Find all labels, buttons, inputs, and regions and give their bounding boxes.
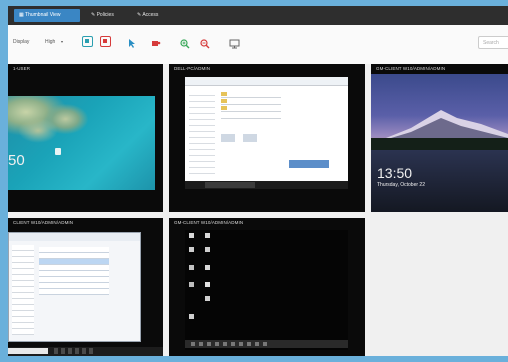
explorer-window (8, 232, 141, 342)
thumbnail-tile[interactable]: DELL-PC/ADMIN (169, 64, 365, 212)
desktop-icon (205, 233, 210, 238)
taskbar-apps (205, 182, 255, 188)
stop-icon (103, 39, 107, 43)
lock-screen-clock: 50 (8, 152, 25, 169)
thumbnail-tile[interactable]: CLIENT W10/ADMIN/ADMIN (8, 218, 163, 356)
lake-reflection (371, 150, 508, 212)
drive-icon (243, 134, 257, 142)
screenshot-button[interactable] (229, 36, 240, 49)
desktop-screen (185, 77, 348, 189)
size-select[interactable]: High (45, 39, 55, 45)
fit-icon (85, 39, 89, 43)
tab-label: Access (142, 12, 159, 18)
desktop-icon (189, 247, 194, 252)
monitor-icon (229, 39, 240, 49)
tile-title: CLIENT W10/ADMIN/ADMIN (13, 220, 74, 225)
taskbar-apps (191, 342, 271, 346)
record-icon (152, 41, 161, 46)
explorer-titlebar (185, 77, 348, 86)
tab-label: Policies (96, 12, 114, 18)
drive-icon (221, 134, 235, 142)
desktop-icon (205, 265, 210, 270)
tab-policies[interactable]: ✎ Policies (86, 9, 130, 22)
display-label: Display (13, 39, 30, 45)
taskbar-apps (54, 348, 94, 354)
folder-icon (221, 92, 227, 96)
desktop-icon (205, 296, 210, 301)
desktop-icon (189, 314, 194, 319)
lock-screen-image (8, 96, 155, 190)
fit-screen-button[interactable] (82, 36, 93, 47)
taskbar-search (8, 348, 48, 354)
zoom-in-icon (180, 39, 190, 49)
taskbar (185, 340, 348, 348)
tab-label: Thumbnail View (25, 12, 61, 18)
stop-button[interactable] (100, 36, 111, 47)
zoom-in-button[interactable] (179, 36, 190, 49)
desktop-icon (189, 265, 194, 270)
desktop-screen (185, 230, 348, 350)
screenshot-frame: ▦ Thumbnail View ✎ Policies ✎ Access Dis… (0, 0, 508, 362)
explorer-window (185, 86, 348, 181)
tab-thumbnail-view[interactable]: ▦ Thumbnail View (14, 9, 80, 22)
folder-tree (12, 245, 34, 335)
thumbnail-tile[interactable]: GM-CLIENT W10/ADMIN/ADMIN 13:50 Thursday… (371, 64, 508, 212)
treeline (371, 138, 508, 150)
boat-shape (55, 148, 61, 155)
search-input[interactable]: Search (478, 36, 508, 49)
tile-title: GM-CLIENT W10/ADMIN/ADMIN (376, 66, 446, 71)
cursor-icon (129, 39, 135, 48)
tab-bar: ▦ Thumbnail View ✎ Policies ✎ Access (8, 6, 508, 25)
lock-screen-image (371, 74, 508, 212)
selected-row (39, 259, 109, 264)
cursor-button[interactable] (126, 36, 137, 48)
island-shape (18, 118, 58, 143)
folder-tree (189, 90, 215, 176)
folder-icon (221, 99, 227, 103)
explorer-titlebar (9, 233, 140, 241)
tile-title: GM-CLIENT W10/ADMIN/ADMIN (174, 220, 244, 225)
file-list (221, 91, 281, 125)
tile-title: DELL-PC/ADMIN (174, 66, 211, 71)
chevron-down-icon: ▾ (61, 39, 64, 44)
lock-screen-clock: 13:50 (377, 165, 413, 181)
zoom-out-icon (200, 39, 210, 49)
taskbar (8, 347, 163, 356)
desktop-icon (205, 247, 210, 252)
lock-screen-date: Thursday, October 22 (377, 182, 425, 188)
tab-access[interactable]: ✎ Access (132, 9, 172, 22)
desktop-icon (189, 233, 194, 238)
zoom-out-button[interactable] (199, 36, 210, 49)
record-button[interactable] (150, 36, 161, 47)
file-list (39, 247, 109, 295)
progress-dialog (289, 160, 329, 168)
desktop-icon (205, 282, 210, 287)
taskbar (185, 181, 348, 189)
folder-icon (221, 106, 227, 110)
desktop-icon (189, 282, 194, 287)
thumbnail-grid: 1-USER 50 DELL-PC/ADMIN GM-CLIENT W10/AD… (8, 64, 508, 356)
tile-title: 1-USER (13, 66, 31, 71)
thumbnail-tile[interactable]: 1-USER 50 (8, 64, 163, 212)
thumbnail-tile[interactable]: GM-CLIENT W10/ADMIN/ADMIN (169, 218, 365, 356)
toolbar: Display High ▾ Search (8, 25, 508, 66)
app-window: ▦ Thumbnail View ✎ Policies ✎ Access Dis… (8, 6, 508, 356)
